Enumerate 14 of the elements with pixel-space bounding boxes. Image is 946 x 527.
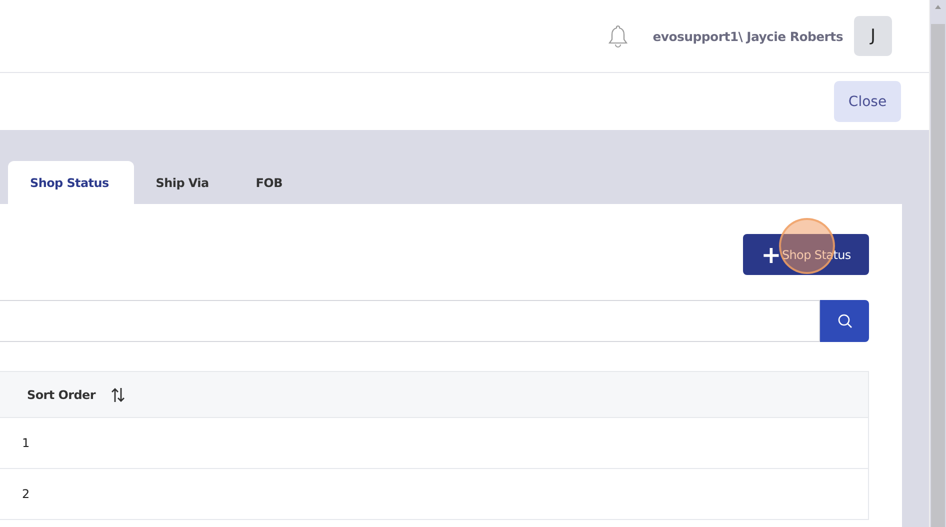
close-button[interactable]: Close bbox=[834, 81, 901, 122]
user-name: evosupport1\ Jaycie Roberts bbox=[652, 28, 843, 44]
table-cell: 2 bbox=[22, 487, 30, 501]
search-icon bbox=[836, 313, 852, 329]
tab[interactable]: Shop Status bbox=[8, 161, 134, 204]
tab[interactable]: Ship Via bbox=[134, 161, 234, 204]
tab[interactable]: FOB bbox=[234, 161, 308, 204]
column-header[interactable]: Sort Order bbox=[27, 388, 96, 402]
bell-icon[interactable] bbox=[606, 24, 629, 48]
sort-icon[interactable] bbox=[110, 386, 126, 402]
search-button[interactable] bbox=[820, 300, 869, 342]
table-cell: 1 bbox=[22, 436, 30, 450]
scroll-up-icon[interactable] bbox=[934, 4, 942, 10]
user-avatar[interactable]: J bbox=[854, 16, 892, 56]
